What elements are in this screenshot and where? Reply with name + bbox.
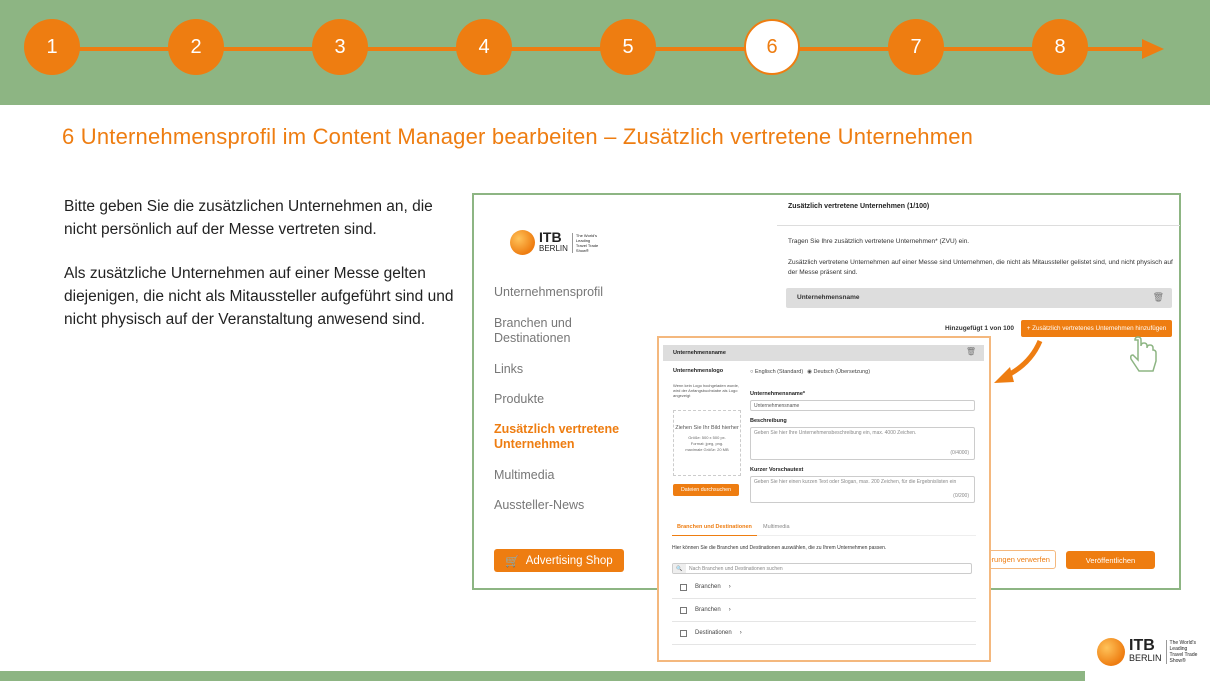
description: Zusätzlich vertretene Unternehmen auf ei… [788, 259, 1173, 276]
short-count: (0/200) [953, 493, 969, 499]
added-count: Hinzugefügt 1 von 100 [945, 325, 1014, 332]
browse-files-button[interactable]: Dateien durchsuchen [673, 484, 739, 496]
radio-de[interactable]: ◉ Deutsch (Übersetzung) [807, 369, 870, 375]
sidebar-item-profile[interactable]: Unternehmensprofil [494, 285, 603, 300]
desc-count: (0/4000) [950, 450, 969, 456]
step-7: 7 [888, 19, 944, 75]
step-1: 1 [24, 19, 80, 75]
short-label: Kurzer Vorschautext [750, 467, 804, 473]
sidebar-item-zvu[interactable]: Zusätzlich vertretene Unternehmen [494, 422, 624, 452]
intro-text: Als zusätzliche Unternehmen auf einer Me… [64, 265, 454, 328]
sidebar-item-multimedia[interactable]: Multimedia [494, 468, 554, 483]
sidebar-item-links[interactable]: Links [494, 362, 523, 377]
logo-tagline: The World's Leading Travel Trade Show® [1165, 640, 1200, 664]
drop-info: Größe: 500 x 500 px. Format: jpeg, png. … [685, 435, 729, 452]
image-dropzone[interactable]: Ziehen Sie Ihr Bild hierher Größe: 500 x… [673, 410, 741, 476]
radio-en[interactable]: ○ Englisch (Standard) [750, 369, 803, 375]
trash-icon[interactable]: 🗑 [1153, 292, 1164, 303]
logo-hint: Wenn kein Logo hochgeladen wurde, wird d… [673, 383, 739, 398]
checkbox[interactable] [680, 583, 687, 591]
description-textarea[interactable]: Geben Sie hier Ihre Unternehmensbeschrei… [750, 427, 975, 460]
checkbox[interactable] [680, 606, 687, 614]
tab-description: Hier können Sie die Branchen und Destina… [672, 545, 887, 551]
chevron-right-icon: › [728, 607, 731, 613]
shop-label: Advertising Shop [525, 554, 613, 567]
cart-icon: 🛒 [505, 555, 520, 568]
globe-icon [510, 230, 535, 255]
search-icon: 🔍 [673, 564, 686, 573]
globe-icon [1097, 638, 1125, 666]
footer-bar [0, 671, 1085, 681]
sidebar-item-produkte[interactable]: Produkte [494, 392, 544, 407]
list-item[interactable]: Branchen › [672, 576, 976, 599]
curved-arrow-icon [994, 339, 1043, 383]
itb-logo-footer: ITB BERLIN The World's Leading Travel Tra… [1097, 638, 1200, 666]
trash-icon[interactable]: 🗑 [966, 347, 976, 356]
checkbox[interactable] [680, 629, 687, 637]
short-text-textarea[interactable]: Geben Sie hier einen kurzen Text oder Sl… [750, 476, 975, 503]
logo-label: Unternehmenslogo [673, 368, 724, 374]
page-title: 6 Unternehmensprofil im Content Manager … [62, 124, 974, 149]
entry-name: Unternehmensname [797, 294, 860, 301]
divider [777, 225, 1180, 226]
logo-name: ITB [1129, 637, 1155, 654]
step-2: 2 [168, 19, 224, 75]
logo-name: ITB [539, 228, 562, 245]
publish-button[interactable]: Veröffentlichen [1066, 551, 1155, 569]
chevron-right-icon: › [728, 584, 731, 590]
step-5: 5 [600, 19, 656, 75]
drop-title: Ziehen Sie Ihr Bild hierher [675, 425, 739, 431]
entry-bar[interactable]: Unternehmensname 🗑 [786, 288, 1172, 308]
logo-tagline: The World's Leading Travel Trade Show® [571, 232, 602, 253]
intro-text: Bitte geben Sie die zusätzlichen Unterne… [64, 198, 433, 238]
step-4: 4 [456, 19, 512, 75]
language-radio[interactable]: ○ Englisch (Standard) ◉ Deutsch (Überset… [750, 369, 870, 375]
logo-city: BERLIN [539, 243, 568, 253]
step-8: 8 [1032, 19, 1088, 75]
logo-city: BERLIN [1129, 653, 1162, 663]
name-label: Unternehmensname* [750, 391, 806, 397]
itb-logo: ITB BERLIN The World's Leading Travel Tra… [510, 230, 602, 255]
tab-multimedia[interactable]: Multimedia [763, 524, 790, 530]
company-name-input[interactable]: Unternehmensname [750, 400, 975, 411]
search-input[interactable]: 🔍 Nach Branchen und Destinationen suchen [672, 563, 972, 574]
section-header: Zusätzlich vertretene Unternehmen (1/100… [788, 203, 930, 210]
list-item[interactable]: Branchen › [672, 599, 976, 622]
desc-label: Beschreibung [750, 418, 787, 424]
pointing-hand-icon [1130, 336, 1157, 372]
popup-title: Unternehmensname [673, 350, 726, 356]
advertising-shop-button[interactable]: 🛒 Advertising Shop [494, 549, 624, 572]
step-6: 6 [744, 19, 800, 75]
sidebar-item-branchen[interactable]: Branchen und Destinationen [494, 316, 594, 346]
sidebar-item-news[interactable]: Aussteller-News [494, 498, 584, 513]
tab-branchen[interactable]: Branchen und Destinationen [672, 524, 757, 536]
chevron-right-icon: › [739, 630, 742, 636]
popup-header: Unternehmensname 🗑 [663, 345, 984, 361]
arrow-right-icon [1142, 39, 1164, 59]
list-item[interactable]: Destinationen › [672, 622, 976, 645]
intro-line: Tragen Sie Ihre zusätzlich vertretene Un… [788, 238, 970, 245]
step-3: 3 [312, 19, 368, 75]
